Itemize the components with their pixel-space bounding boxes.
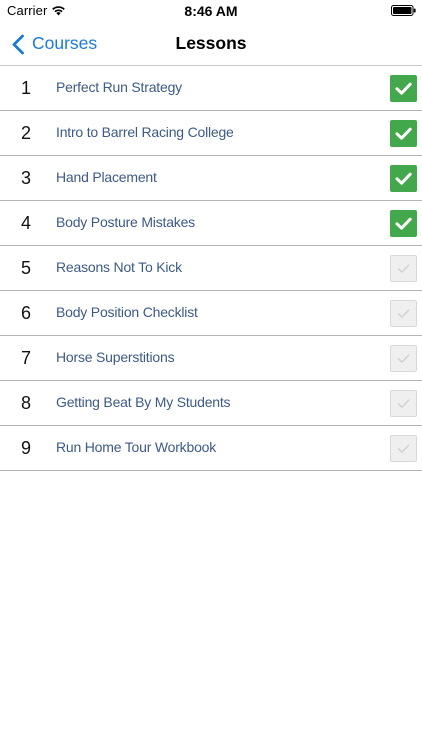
checkmark-icon — [395, 127, 412, 140]
completed-checkbox[interactable] — [390, 210, 417, 237]
completed-checkbox[interactable] — [390, 75, 417, 102]
incomplete-checkbox[interactable] — [390, 390, 417, 417]
lesson-number: 7 — [20, 348, 31, 368]
status-bar: Carrier 8:46 AM — [0, 0, 422, 22]
lesson-row[interactable]: 4 Body Posture Mistakes — [0, 201, 422, 246]
lesson-title: Perfect Run Strategy — [56, 79, 182, 95]
checkmark-icon — [397, 354, 410, 363]
clock: 8:46 AM — [184, 3, 238, 19]
incomplete-checkbox[interactable] — [390, 435, 417, 462]
lesson-title: Run Home Tour Workbook — [56, 439, 217, 455]
incomplete-checkbox[interactable] — [390, 255, 417, 282]
lesson-title: Getting Beat By My Students — [56, 394, 231, 410]
incomplete-checkbox[interactable] — [390, 300, 417, 327]
lesson-row[interactable]: 5 Reasons Not To Kick — [0, 246, 422, 291]
checkmark-icon — [397, 399, 410, 408]
lesson-number: 2 — [20, 123, 31, 143]
page-title: Lessons — [175, 33, 247, 53]
lesson-number: 5 — [20, 258, 31, 278]
lesson-number: 3 — [20, 168, 31, 188]
lesson-number: 4 — [20, 213, 31, 233]
completed-checkbox[interactable] — [390, 165, 417, 192]
lesson-row[interactable]: 9 Run Home Tour Workbook — [0, 426, 422, 471]
checkmark-icon — [397, 444, 410, 453]
checkmark-icon — [395, 217, 412, 230]
checkmark-icon — [395, 82, 412, 95]
battery-full-icon — [391, 5, 416, 16]
lesson-number: 9 — [20, 438, 31, 458]
lesson-row[interactable]: 1 Perfect Run Strategy — [0, 66, 422, 111]
lesson-number: 1 — [20, 78, 31, 98]
lesson-number: 8 — [20, 393, 31, 413]
lesson-title: Body Posture Mistakes — [56, 214, 195, 230]
checkmark-icon — [397, 264, 410, 273]
lesson-row[interactable]: 6 Body Position Checklist — [0, 291, 422, 336]
lesson-row[interactable]: 2 Intro to Barrel Racing College — [0, 111, 422, 156]
lesson-row[interactable]: 7 Horse Superstitions — [0, 336, 422, 381]
lesson-row[interactable]: 3 Hand Placement — [0, 156, 422, 201]
lesson-list: 1 Perfect Run Strategy 2 Intro to Barrel Ra… — [0, 66, 422, 471]
lesson-title: Hand Placement — [56, 169, 157, 185]
lesson-row[interactable]: 8 Getting Beat By My Students — [0, 381, 422, 426]
lesson-title: Horse Superstitions — [56, 349, 175, 365]
lesson-title: Reasons Not To Kick — [56, 259, 182, 275]
checkmark-icon — [397, 309, 410, 318]
lesson-title: Body Position Checklist — [56, 304, 198, 320]
completed-checkbox[interactable] — [390, 120, 417, 147]
lesson-number: 6 — [20, 303, 31, 323]
lesson-title: Intro to Barrel Racing College — [56, 124, 234, 140]
incomplete-checkbox[interactable] — [390, 345, 417, 372]
navigation-bar: Courses Lessons — [0, 22, 422, 66]
checkmark-icon — [395, 172, 412, 185]
